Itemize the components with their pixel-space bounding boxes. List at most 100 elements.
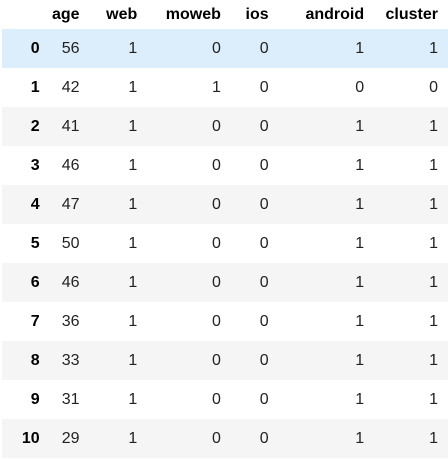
cell-ios: 0 bbox=[259, 429, 269, 447]
column-header-cluster: cluster bbox=[385, 5, 438, 23]
cell-moweb: 0 bbox=[212, 273, 221, 291]
cell-android: 1 bbox=[355, 312, 365, 330]
table-header: age web moweb ios android cluster bbox=[2, 0, 448, 29]
cell-android: 1 bbox=[355, 234, 365, 252]
cell-moweb: 0 bbox=[212, 312, 221, 330]
column-header-index bbox=[2, 0, 50, 29]
dataframe-table: age web moweb ios android cluster 0 56 1… bbox=[2, 0, 448, 458]
cell-age: 47 bbox=[61, 195, 80, 213]
cell-android: 1 bbox=[355, 39, 365, 57]
cell-ios: 0 bbox=[259, 39, 269, 57]
table-row[interactable]: 1 42 1 1 0 0 0 bbox=[2, 68, 448, 107]
cell-age: 46 bbox=[61, 156, 80, 174]
cell-ios: 0 bbox=[259, 117, 269, 135]
cell-web: 1 bbox=[128, 351, 138, 369]
cell-age: 29 bbox=[61, 429, 80, 447]
table-row[interactable]: 5 50 1 0 0 1 1 bbox=[2, 224, 448, 263]
cell-moweb: 0 bbox=[212, 234, 221, 252]
cell-web: 1 bbox=[128, 39, 138, 57]
table-row[interactable]: 10 29 1 0 0 1 1 bbox=[2, 419, 448, 458]
cell-age: 42 bbox=[61, 78, 80, 96]
cell-android: 1 bbox=[355, 390, 365, 408]
cell-web: 1 bbox=[128, 273, 138, 291]
cell-web: 1 bbox=[128, 234, 138, 252]
cell-cluster: 1 bbox=[429, 117, 438, 135]
cell-age: 46 bbox=[61, 273, 80, 291]
table-row[interactable]: 2 41 1 0 0 1 1 bbox=[2, 107, 448, 146]
cell-ios: 0 bbox=[259, 351, 269, 369]
cell-cluster: 1 bbox=[429, 195, 438, 213]
column-header-ios: ios bbox=[245, 5, 269, 23]
cell-cluster: 1 bbox=[429, 39, 438, 57]
row-index: 8 bbox=[30, 351, 40, 369]
cell-ios: 0 bbox=[259, 156, 269, 174]
column-header-age: age bbox=[52, 5, 80, 23]
cell-age: 41 bbox=[61, 117, 80, 135]
cell-web: 1 bbox=[128, 117, 138, 135]
cell-age: 36 bbox=[61, 312, 80, 330]
table-row[interactable]: 0 56 1 0 0 1 1 bbox=[2, 29, 448, 68]
row-index: 1 bbox=[30, 78, 40, 96]
cell-android: 1 bbox=[355, 429, 365, 447]
cell-moweb: 0 bbox=[212, 390, 221, 408]
cell-cluster: 1 bbox=[429, 234, 438, 252]
row-index: 9 bbox=[30, 390, 40, 408]
cell-moweb: 0 bbox=[212, 429, 221, 447]
cell-ios: 0 bbox=[259, 78, 269, 96]
cell-web: 1 bbox=[128, 156, 138, 174]
header-row: age web moweb ios android cluster bbox=[2, 0, 448, 29]
column-header-web: web bbox=[106, 5, 138, 23]
cell-web: 1 bbox=[128, 429, 138, 447]
cell-ios: 0 bbox=[259, 234, 269, 252]
cell-ios: 0 bbox=[259, 390, 269, 408]
cell-moweb: 0 bbox=[212, 351, 221, 369]
cell-web: 1 bbox=[128, 312, 138, 330]
table-row[interactable]: 8 33 1 0 0 1 1 bbox=[2, 341, 448, 380]
row-index: 2 bbox=[30, 117, 40, 135]
row-index: 10 bbox=[21, 429, 40, 447]
row-index: 4 bbox=[30, 195, 40, 213]
cell-android: 1 bbox=[355, 273, 365, 291]
cell-ios: 0 bbox=[259, 195, 269, 213]
cell-age: 33 bbox=[61, 351, 80, 369]
table-row[interactable]: 6 46 1 0 0 1 1 bbox=[2, 263, 448, 302]
cell-ios: 0 bbox=[259, 273, 269, 291]
row-index: 7 bbox=[30, 312, 40, 330]
cell-web: 1 bbox=[128, 195, 138, 213]
cell-age: 56 bbox=[61, 39, 80, 57]
cell-moweb: 0 bbox=[212, 117, 221, 135]
cell-cluster: 0 bbox=[429, 78, 438, 96]
cell-cluster: 1 bbox=[429, 429, 438, 447]
cell-moweb: 0 bbox=[212, 156, 221, 174]
cell-android: 1 bbox=[355, 195, 365, 213]
table-body: 0 56 1 0 0 1 1 1 42 1 1 0 0 0 2 41 1 0 0… bbox=[2, 29, 448, 458]
row-index: 6 bbox=[30, 273, 40, 291]
cell-cluster: 1 bbox=[429, 312, 438, 330]
cell-cluster: 1 bbox=[429, 351, 438, 369]
table-row[interactable]: 4 47 1 0 0 1 1 bbox=[2, 185, 448, 224]
cell-android: 0 bbox=[355, 78, 365, 96]
cell-web: 1 bbox=[128, 78, 138, 96]
cell-moweb: 0 bbox=[212, 195, 221, 213]
dataframe-output: age web moweb ios android cluster 0 56 1… bbox=[0, 0, 448, 459]
cell-age: 31 bbox=[61, 390, 80, 408]
column-header-android: android bbox=[305, 5, 365, 23]
column-header-moweb: moweb bbox=[165, 5, 221, 23]
cell-moweb: 1 bbox=[212, 78, 221, 96]
cell-android: 1 bbox=[355, 117, 365, 135]
row-index: 3 bbox=[30, 156, 40, 174]
cell-age: 50 bbox=[61, 234, 80, 252]
cell-cluster: 1 bbox=[429, 390, 438, 408]
cell-web: 1 bbox=[128, 390, 138, 408]
cell-cluster: 1 bbox=[429, 156, 438, 174]
table-row[interactable]: 7 36 1 0 0 1 1 bbox=[2, 302, 448, 341]
cell-ios: 0 bbox=[259, 312, 269, 330]
row-index: 0 bbox=[30, 39, 40, 57]
table-row[interactable]: 9 31 1 0 0 1 1 bbox=[2, 380, 448, 419]
cell-android: 1 bbox=[355, 156, 365, 174]
row-index: 5 bbox=[30, 234, 40, 252]
cell-android: 1 bbox=[355, 351, 365, 369]
cell-moweb: 0 bbox=[212, 39, 221, 57]
cell-cluster: 1 bbox=[429, 273, 438, 291]
table-row[interactable]: 3 46 1 0 0 1 1 bbox=[2, 146, 448, 185]
